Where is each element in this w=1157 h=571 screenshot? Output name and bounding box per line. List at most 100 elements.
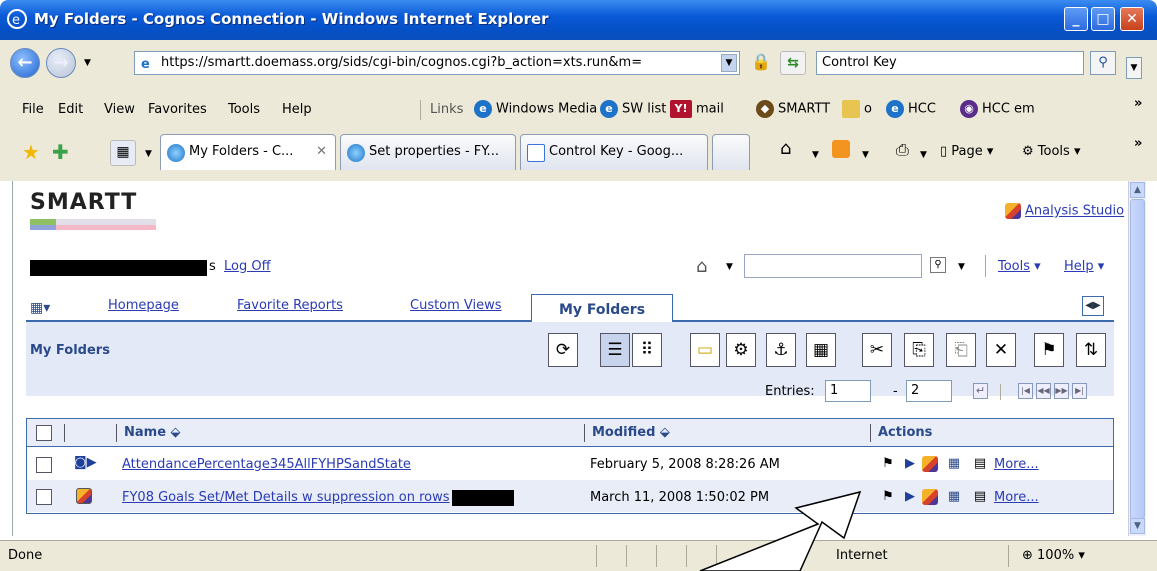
set-properties-icon[interactable]: ⚑ [1034,333,1064,367]
tools-menu[interactable]: ⚙ Tools ▾ [1022,144,1081,159]
search-input[interactable] [744,254,922,278]
new-url-icon[interactable]: ⚓ [766,333,796,367]
tab-list-dropdown-icon[interactable]: ▼ [145,149,152,159]
tab-my-folders-active[interactable]: My Folders [531,294,673,322]
link-smartt[interactable]: ◆ SMARTT [756,100,830,118]
select-all-checkbox[interactable] [36,425,52,441]
new-view-icon[interactable]: ▦ [946,489,962,505]
modified-column-header[interactable]: Modified ⬙ [592,425,670,440]
search-dropdown-icon[interactable]: ▼ [1126,57,1142,79]
refresh-view-icon[interactable]: ⟳ [548,333,578,367]
link-hcc-em[interactable]: ◉ HCC em [960,100,1035,118]
vertical-scrollbar[interactable]: ▲ ▼ [1128,181,1146,536]
tab-scroll-icon[interactable]: ◀▶ [1082,296,1104,316]
more-actions-link[interactable]: More... [994,457,1039,472]
entries-to-input[interactable]: 2 [906,380,952,402]
address-dropdown-icon[interactable]: ▼ [721,54,737,72]
close-tab-icon[interactable]: ✕ [316,135,327,169]
menu-tools[interactable]: Tools [228,102,260,117]
open-analysis-icon[interactable] [922,456,938,472]
back-button[interactable]: ← [10,48,40,78]
print-icon[interactable]: ⎙ [896,140,909,160]
more-tools-icon[interactable]: » [1134,136,1142,151]
list-view-icon[interactable]: ☰ [600,333,630,367]
zoom-level[interactable]: ⊕ 100% ▾ [1022,548,1085,563]
home-dropdown-icon[interactable]: ▼ [726,262,733,272]
link-sw-list[interactable]: e SW list [600,100,666,118]
page-menu[interactable]: ▯ Page ▾ [940,144,993,159]
quick-tabs-icon[interactable]: ▦ [110,140,136,166]
row-checkbox[interactable] [36,489,52,505]
entries-from-input[interactable]: 1 [825,380,871,402]
more-links-icon[interactable]: » [1134,96,1142,111]
rss-dropdown-icon[interactable]: ▼ [862,150,869,160]
set-properties-icon[interactable]: ⚑ [880,456,896,472]
search-icon[interactable]: ⚲ [1090,51,1116,75]
run-icon[interactable]: ▶ [902,456,918,472]
link-hcc[interactable]: e HCC [886,100,936,118]
rss-icon[interactable] [832,140,850,158]
history-dropdown-icon[interactable]: ▼ [84,58,91,68]
menu-file[interactable]: File [22,102,44,117]
search-icon[interactable]: ⚲ [930,257,946,273]
row-checkbox[interactable] [36,457,52,473]
first-page-icon[interactable]: |◀ [1018,383,1033,399]
menu-help[interactable]: Help [282,102,312,117]
tab-homepage[interactable]: Homepage [108,298,179,313]
schedule-icon[interactable]: ▤ [972,456,988,472]
live-search-input[interactable]: Control Key [816,51,1084,75]
more-actions-link[interactable]: More... [994,490,1039,505]
go-icon[interactable]: ↵ [973,383,988,399]
menu-favorites[interactable]: Favorites [148,102,207,117]
help-menu-link[interactable]: Help ▾ [1064,259,1104,274]
last-page-icon[interactable]: ▶| [1072,383,1087,399]
favorites-star-icon[interactable]: ★ [22,140,40,164]
search-dropdown-icon[interactable]: ▼ [958,262,965,272]
new-tab-button[interactable] [712,134,750,170]
new-job-icon[interactable]: ⚙ [726,333,756,367]
tab-favorite-reports[interactable]: Favorite Reports [237,298,343,313]
cut-icon[interactable]: ✂ [862,333,892,367]
tab-control-key[interactable]: Control Key - Goog... [520,134,708,170]
link-mail[interactable]: Y! mail [670,100,724,118]
close-button[interactable]: ✕ [1120,7,1144,31]
paste-icon[interactable]: ⎗ [946,333,976,367]
lock-icon[interactable]: 🔒 [748,51,774,75]
address-bar[interactable]: e https://smartt.doemass.org/sids/cgi-bi… [134,51,740,75]
print-dropdown-icon[interactable]: ▼ [920,150,927,160]
tools-menu-link[interactable]: Tools ▾ [998,259,1041,274]
tab-menu-icon[interactable]: ▦▾ [30,300,50,316]
schedule-icon[interactable]: ▤ [972,489,988,505]
menu-view[interactable]: View [104,102,135,117]
log-off-link[interactable]: Log Off [224,259,271,274]
link-o[interactable]: o [842,100,872,118]
scroll-down-icon[interactable]: ▼ [1130,518,1145,534]
tab-custom-views[interactable]: Custom Views [410,298,502,313]
report-link[interactable]: AttendancePercentage345AllFYHPSandState [122,457,411,472]
tab-set-properties[interactable]: Set properties - FY... [340,134,516,170]
previous-page-icon[interactable]: ◀◀ [1036,383,1051,399]
new-folder-icon[interactable]: ▭ [690,333,720,367]
home-dropdown-icon[interactable]: ▼ [812,150,819,160]
open-analysis-icon[interactable] [922,489,938,505]
menu-edit[interactable]: Edit [58,102,83,117]
scroll-up-icon[interactable]: ▲ [1130,182,1145,198]
analysis-studio-link[interactable]: Analysis Studio [1005,203,1124,219]
new-view-icon[interactable]: ▦ [946,456,962,472]
new-page-icon[interactable]: ▦ [806,333,836,367]
refresh-icon[interactable]: ⇆ [780,51,806,75]
forward-button[interactable]: → [46,48,76,78]
scroll-thumb[interactable] [1130,199,1145,519]
maximize-button[interactable]: □ [1091,7,1115,31]
tab-my-folders[interactable]: My Folders - C... ✕ [160,134,336,170]
report-link[interactable]: FY08 Goals Set/Met Details w suppression… [122,490,450,505]
next-page-icon[interactable]: ▶▶ [1054,383,1069,399]
minimize-button[interactable]: _ [1064,7,1088,31]
home-icon[interactable]: ⌂ [696,256,707,277]
copy-icon[interactable]: ⎘ [904,333,934,367]
home-icon[interactable]: ⌂ [780,138,791,159]
name-column-header[interactable]: Name ⬙ [124,425,181,440]
add-favorites-icon[interactable]: ✚ [52,140,69,164]
details-view-icon[interactable]: ⠿ [632,333,662,367]
set-properties-icon[interactable]: ⚑ [880,489,896,505]
